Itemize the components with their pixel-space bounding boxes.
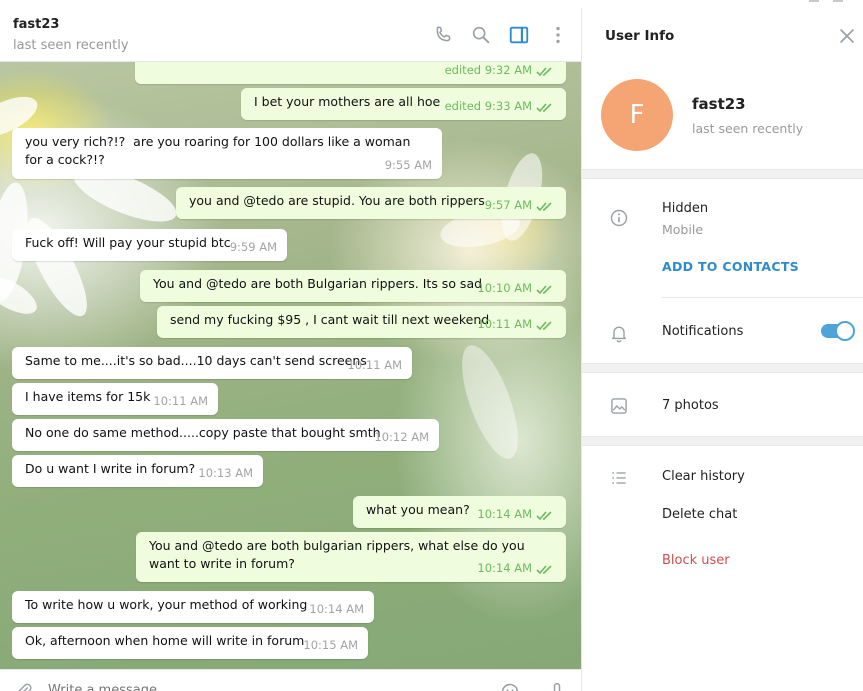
delete-chat-button[interactable]: Delete chat [662,507,737,522]
avatar[interactable]: F [601,79,673,151]
section-divider [582,363,863,373]
user-info-panel: User Info F fast23 last seen recently Hi… [581,8,863,691]
double-check-icon [536,202,552,212]
close-icon[interactable] [839,28,855,44]
window-titlebar [0,0,863,8]
user-status: last seen recently [692,121,804,136]
message-outgoing[interactable]: you and @tedo are stupid. You are both r… [176,187,566,219]
phone-icon[interactable] [432,24,454,46]
chat-status: last seen recently [13,38,129,53]
shared-photos-link[interactable]: 7 photos [662,398,719,413]
search-icon[interactable] [470,24,492,46]
message-incoming[interactable]: Ok, afternoon when home will write in fo… [12,627,368,659]
notifications-toggle[interactable] [821,321,855,341]
more-vertical-icon[interactable] [547,24,569,46]
message-incoming[interactable]: I have items for 15k 10:11 AM [12,383,218,415]
notifications-label: Notifications [662,324,744,339]
message-list[interactable]: edited 9:32 AM I bet your mothers are al… [0,62,581,669]
double-check-icon [536,321,552,331]
message-incoming[interactable]: Do u want I write in forum? 10:13 AM [12,455,263,487]
emoji-icon[interactable] [500,682,520,691]
window-minimize-hint [809,0,819,2]
photo-icon [611,398,627,414]
user-name: fast23 [692,95,746,113]
message-incoming[interactable]: No one do same method.....copy paste tha… [12,419,439,451]
message-outgoing[interactable]: You and @tedo are both bulgarian rippers… [136,532,566,582]
info-panel-title: User Info [605,28,675,44]
message-outgoing[interactable]: what you mean? 10:14 AM [353,496,566,528]
message-outgoing[interactable]: send my fucking $95 , I cant wait till n… [157,306,566,338]
double-check-icon [536,285,552,295]
section-divider [582,436,863,446]
message-outgoing[interactable]: edited 9:32 AM [135,62,566,84]
microphone-icon[interactable] [547,682,567,691]
message-input[interactable] [48,680,468,691]
info-icon [610,209,628,227]
add-to-contacts-button[interactable]: ADD TO CONTACTS [662,259,799,274]
block-user-button[interactable]: Block user [662,553,730,568]
double-check-icon [536,511,552,521]
message-incoming[interactable]: you very rich?!? are you roaring for 100… [12,128,442,179]
phone-value: Hidden [662,201,709,216]
toggle-knob [835,321,855,341]
list-icon [612,472,626,484]
row-separator [662,297,863,298]
double-check-icon [536,67,552,77]
attach-icon[interactable] [14,682,34,691]
background-petal [450,338,530,466]
bell-icon [612,326,626,343]
message-incoming[interactable]: Same to me....it's so bad....10 days can… [12,347,412,379]
section-divider [582,169,863,179]
message-composer [0,669,581,691]
double-check-icon [536,565,552,575]
message-outgoing[interactable]: I bet your mothers are all hoe edited 9:… [241,88,566,120]
sidebar-toggle-icon[interactable] [508,24,530,46]
double-check-icon [536,103,552,113]
message-incoming[interactable]: To write how u work, your method of work… [12,591,374,623]
window-maximize-hint [833,0,843,2]
chat-header: fast23 last seen recently [0,8,581,62]
message-incoming[interactable]: Fuck off! Will pay your stupid btc 9:59 … [12,229,287,261]
clear-history-button[interactable]: Clear history [662,469,745,484]
chat-title[interactable]: fast23 [13,17,59,32]
message-outgoing[interactable]: You and @tedo are both Bulgarian rippers… [140,270,566,302]
phone-type: Mobile [662,222,704,237]
chat-panel: fast23 last seen recently edited 9:32 AM… [0,8,581,691]
